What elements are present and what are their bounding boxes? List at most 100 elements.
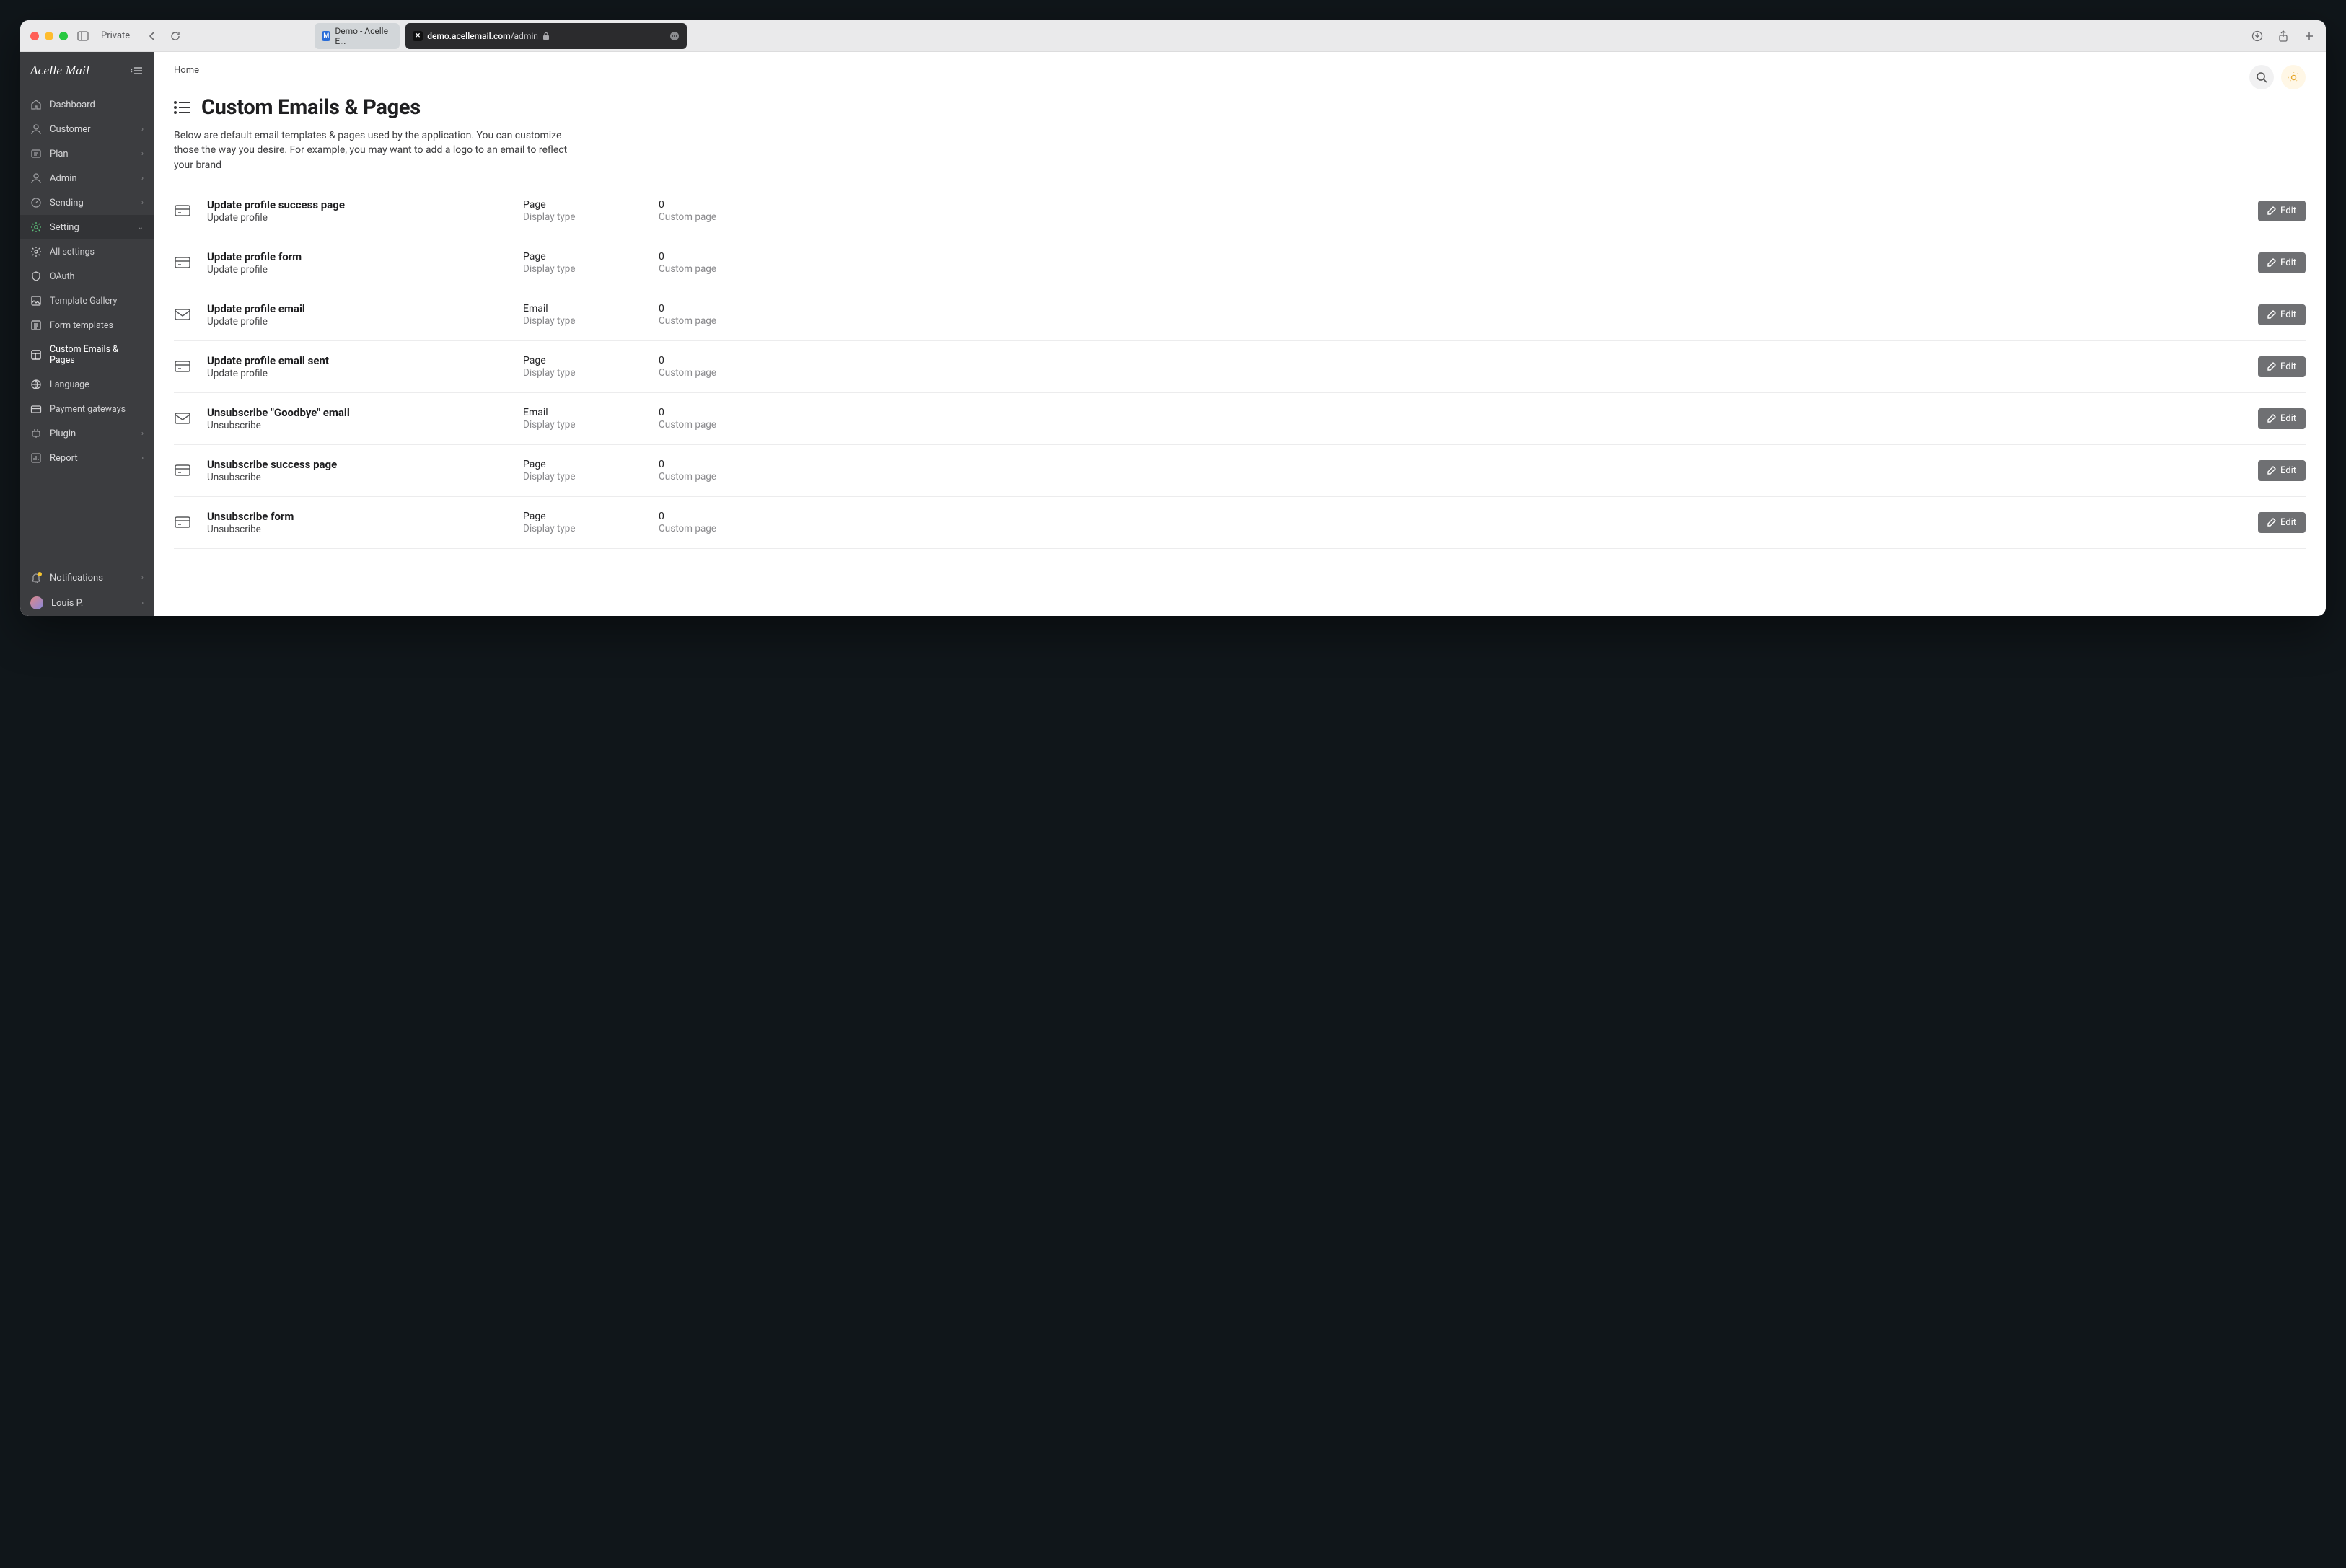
edit-button[interactable]: Edit [2258,201,2306,221]
edit-button-label: Edit [2280,309,2296,320]
address-bar[interactable]: ✕ demo.acellemail.com/admin/layouts [405,23,687,49]
sidebar-item-label: Form templates [50,320,113,331]
sidebar-item-label: Setting [50,222,79,233]
sidebar-item-dashboard[interactable]: Dashboard [20,92,154,117]
template-title[interactable]: Unsubscribe "Goodbye" email [207,406,510,419]
template-title[interactable]: Unsubscribe success page [207,458,510,471]
custom-page-count: 0 [659,303,781,314]
edit-button-label: Edit [2280,413,2296,424]
collapse-sidebar-icon[interactable] [131,66,144,76]
brand-logo: Acelle Mail [30,63,89,78]
display-type-value: Email [523,407,646,418]
reload-button[interactable] [169,30,182,43]
sidebar-item-plan[interactable]: Plan › [20,141,154,166]
close-window-icon[interactable] [30,32,39,40]
sidebar-item-label: Dashboard [50,100,95,110]
custom-page-label: Custom page [659,419,781,431]
user-icon [30,172,42,184]
breadcrumb[interactable]: Home [174,65,199,76]
sidebar-item-customer[interactable]: Customer › [20,117,154,141]
edit-button[interactable]: Edit [2258,252,2306,273]
custom-page-count: 0 [659,407,781,418]
display-type-label: Display type [523,471,646,483]
gauge-icon [30,197,42,208]
template-title[interactable]: Unsubscribe form [207,510,510,523]
titlebar: Private M Demo - Acelle E… ✕ demo.acelle… [20,20,2326,52]
template-group: Unsubscribe [207,472,510,483]
sidebar-subitem[interactable]: All settings [20,239,154,264]
custom-page-count: 0 [659,511,781,522]
chevron-right-icon: › [141,125,144,133]
sidebar-subitem[interactable]: Language [20,372,154,397]
layout-icon [30,349,42,361]
custom-page-label: Custom page [659,211,781,223]
edit-button[interactable]: Edit [2258,408,2306,429]
maximize-window-icon[interactable] [59,32,68,40]
sidebar-item-label: All settings [50,247,95,257]
gear-icon [30,246,42,257]
private-label: Private [101,30,130,41]
edit-button-label: Edit [2280,361,2296,372]
browser-tab-inactive[interactable]: M Demo - Acelle E… [315,23,400,49]
sidebar-subitem[interactable]: Payment gateways [20,397,154,421]
share-icon[interactable] [2277,30,2290,43]
user-name-label: Louis P. [51,598,83,609]
sidebar-subitem[interactable]: Form templates [20,313,154,338]
main-content: Home Custom Emails & Pages Below are def… [154,52,2326,616]
list-item: Update profile email Update profile Emai… [174,289,2306,341]
edit-button[interactable]: Edit [2258,512,2306,533]
display-type-label: Display type [523,523,646,534]
sidebar-item-label: Sending [50,198,84,208]
sidebar-subitem[interactable]: Custom Emails & Pages [20,338,154,372]
custom-page-label: Custom page [659,367,781,379]
template-group: Unsubscribe [207,524,510,535]
sidebar-item-notifications[interactable]: Notifications › [20,565,154,590]
template-title[interactable]: Update profile email sent [207,354,510,367]
downloads-icon[interactable] [2251,30,2264,43]
template-title[interactable]: Update profile success page [207,198,510,211]
custom-page-count: 0 [659,199,781,211]
chevron-right-icon: › [141,454,144,462]
favicon-icon: M [322,31,330,41]
sidebar-subitem[interactable]: Template Gallery [20,289,154,313]
home-icon [30,99,42,110]
page-icon [174,462,191,479]
edit-button-label: Edit [2280,206,2296,216]
edit-button[interactable]: Edit [2258,356,2306,377]
template-title[interactable]: Update profile email [207,302,510,315]
mail-icon [174,306,191,323]
lock-icon [542,32,550,40]
back-button[interactable] [146,30,159,43]
new-tab-icon[interactable] [2303,30,2316,43]
chevron-down-icon: ⌄ [138,224,144,232]
search-button[interactable] [2249,65,2274,89]
list-item: Unsubscribe success page Unsubscribe Pag… [174,445,2306,497]
shield-icon [30,270,42,282]
display-type-label: Display type [523,419,646,431]
theme-toggle-button[interactable] [2281,65,2306,89]
sidebar-item-label: Plan [50,149,69,159]
sidebar-item-user[interactable]: Louis P. › [20,590,154,616]
template-group: Update profile [207,316,510,327]
template-title[interactable]: Update profile form [207,250,510,263]
sidebar-item-sending[interactable]: Sending › [20,190,154,215]
minimize-window-icon[interactable] [45,32,53,40]
sidebar-item-label: Payment gateways [50,404,126,415]
edit-button[interactable]: Edit [2258,460,2306,481]
sidebar-item-plugin[interactable]: Plugin › [20,421,154,446]
sidebar-item-admin[interactable]: Admin › [20,166,154,190]
display-type-value: Email [523,303,646,314]
sidebar-item-label: Custom Emails & Pages [50,344,144,366]
list-item: Update profile success page Update profi… [174,198,2306,237]
display-type-value: Page [523,355,646,366]
sidebar-item-report[interactable]: Report › [20,446,154,470]
sidebar-item-setting[interactable]: Setting ⌄ [20,215,154,239]
edit-button[interactable]: Edit [2258,304,2306,325]
page-icon [174,202,191,219]
sidebar-toggle-icon[interactable] [76,30,89,43]
sidebar-subitem[interactable]: OAuth [20,264,154,289]
favicon-icon: ✕ [413,31,423,41]
custom-page-count: 0 [659,459,781,470]
custom-page-count: 0 [659,355,781,366]
more-icon[interactable] [669,31,680,41]
